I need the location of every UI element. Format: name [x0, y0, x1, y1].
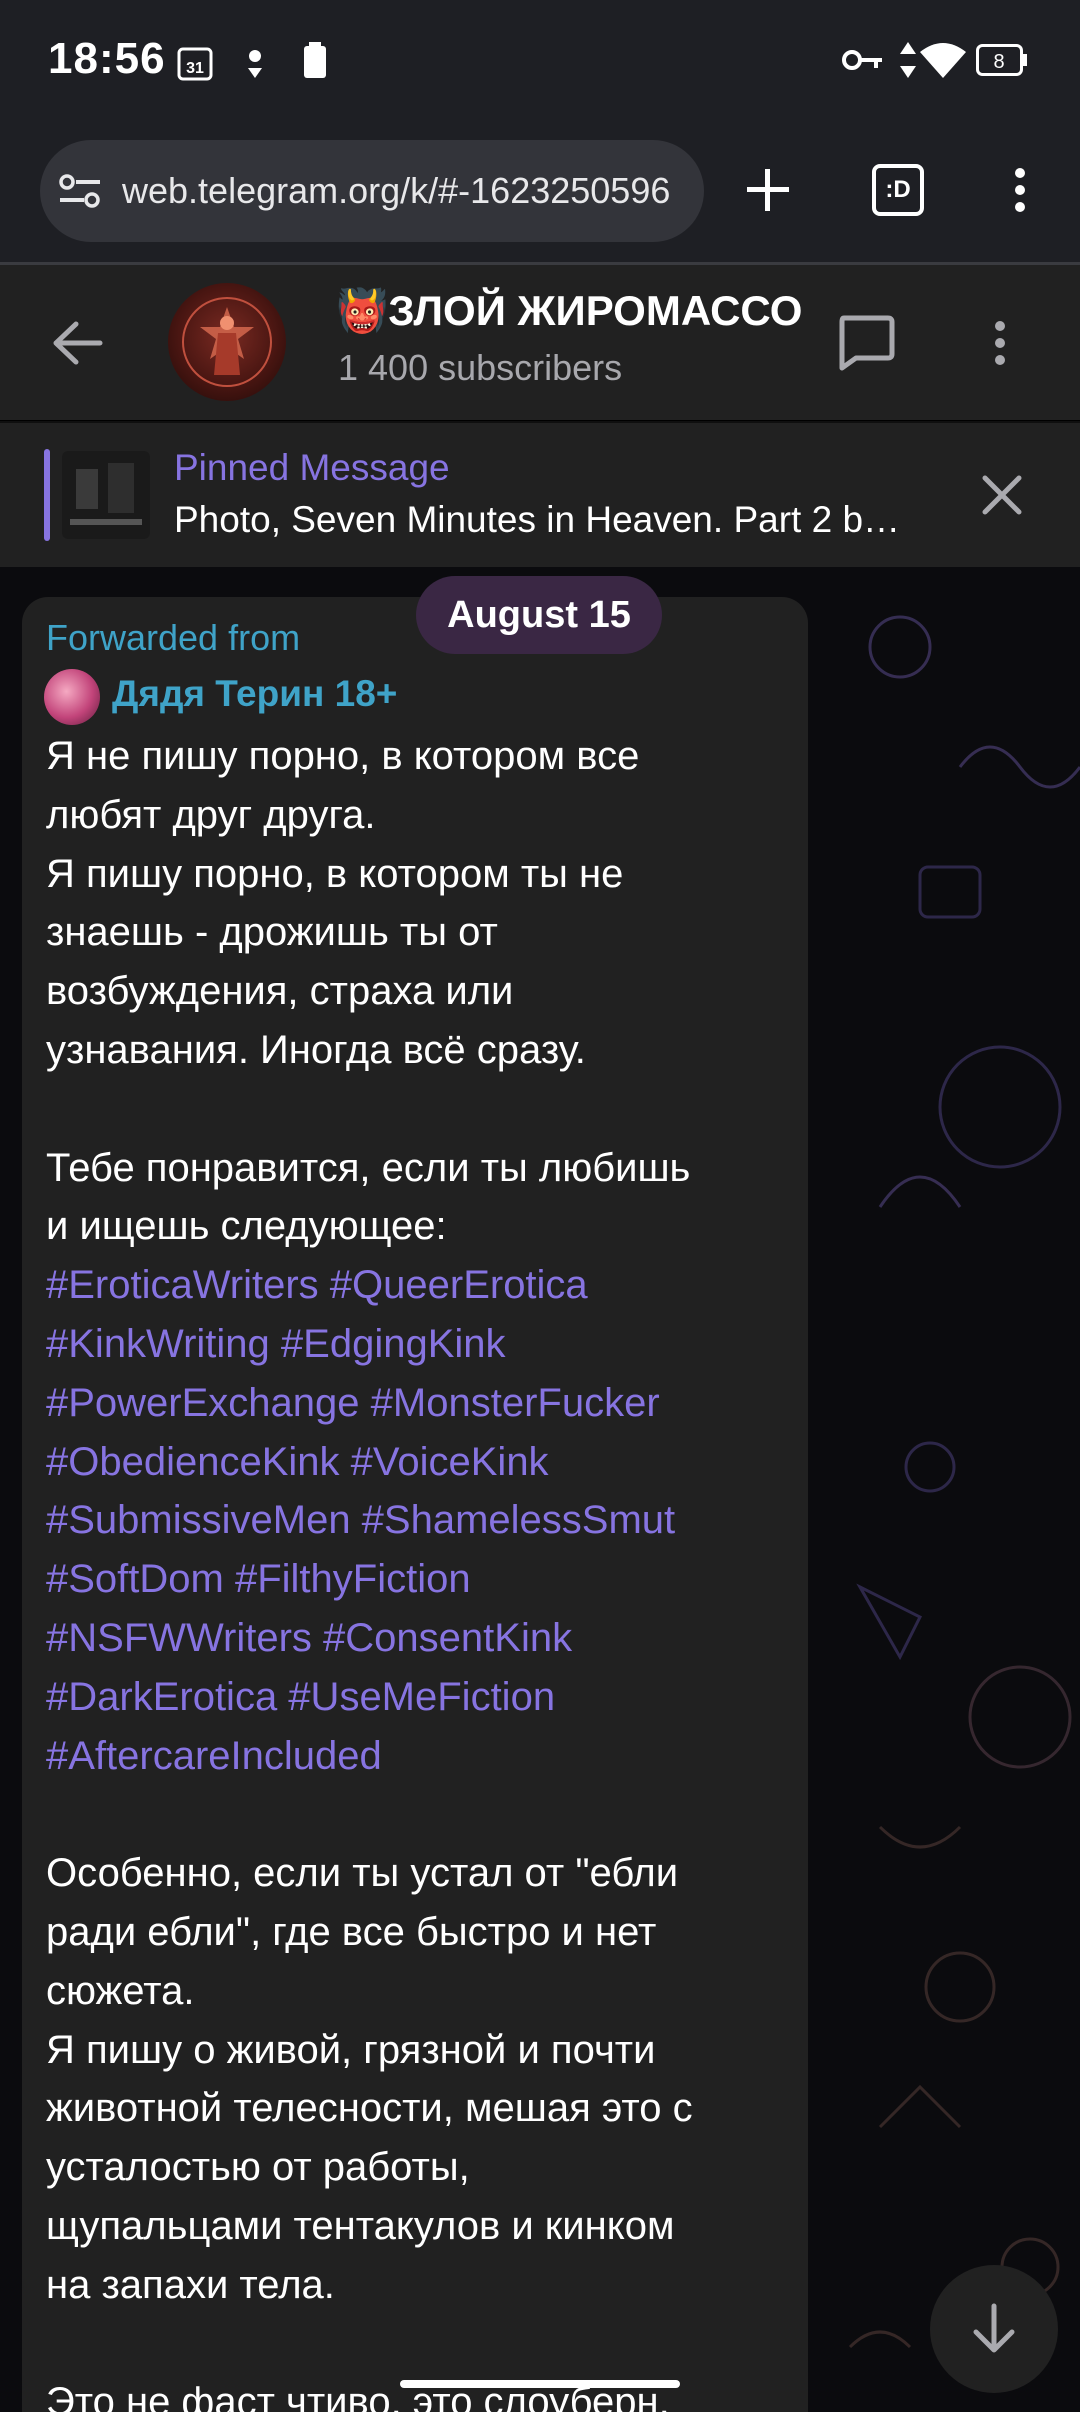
svg-text:8: 8 — [993, 51, 1004, 73]
channel-avatar[interactable] — [168, 283, 286, 401]
calendar-icon: 31 — [176, 44, 216, 89]
pinned-message-bar[interactable]: Pinned Message Photo, Seven Minutes in H… — [0, 421, 1080, 568]
message-line: и ищешь следующее: — [46, 1204, 447, 1249]
date-separator: August 15 — [416, 576, 662, 654]
gesture-bar[interactable] — [400, 2380, 680, 2388]
message-line: возбуждения, страха или — [46, 969, 514, 1014]
message-text: Я не пишу порно, в котором все любят дру… — [46, 727, 796, 2412]
message-line: щупальцами тентакулов и кинком — [46, 2203, 675, 2248]
pinned-title: Pinned Message — [174, 447, 450, 488]
message-line: узнавания. Иногда всё сразу. — [46, 1027, 586, 1072]
hashtag-line[interactable]: #NSFWWriters #ConsentKink — [46, 1609, 796, 1668]
message-line: на запахи тела. — [46, 2262, 335, 2307]
arrow-down-icon[interactable] — [930, 2265, 1058, 2393]
more-vert-icon[interactable] — [972, 142, 1068, 238]
key-icon — [842, 46, 884, 79]
pinned-text: Photo, Seven Minutes in Heaven. Part 2 b… — [174, 499, 901, 540]
url-text[interactable]: web.telegram.org/k/#-1623250596 — [122, 170, 682, 212]
arrow-left-icon[interactable] — [30, 295, 126, 391]
tune-icon[interactable] — [58, 173, 102, 209]
pinned-thumbnail — [62, 451, 150, 539]
subscriber-count: 1 400 subscribers — [338, 347, 623, 388]
more-vert-icon[interactable] — [952, 295, 1048, 391]
message-line: знаешь - дрожишь ты от — [46, 910, 498, 955]
wifi-icon — [918, 40, 968, 85]
message-line: усталостью от работы, — [46, 2145, 470, 2190]
pinned-indicator — [44, 449, 50, 541]
hashtag-line[interactable]: #PowerExchange #MonsterFucker — [46, 1374, 796, 1433]
message-line: ради ебли", где все быстро и нет — [46, 1909, 657, 1954]
vpn-icon — [240, 44, 270, 85]
forwarded-from-label: Forwarded from — [46, 617, 301, 658]
data-arrows-icon — [898, 40, 918, 85]
message-bubble[interactable]: Forwarded from Дядя Терин 18+ Я не пишу … — [22, 597, 808, 2412]
message-line: Я не пишу порно, в котором все — [46, 734, 640, 778]
hashtag-line[interactable]: #SoftDom #FilthyFiction — [46, 1550, 796, 1609]
author-avatar[interactable] — [44, 669, 100, 725]
message-line: Особенно, если ты устал от "ебли — [46, 1851, 679, 1896]
message-line: сюжета. — [46, 1968, 195, 2013]
browser-toolbar: web.telegram.org/k/#-1623250596 :D — [0, 120, 1080, 262]
message-line: любят друг друга. — [46, 792, 376, 837]
svg-text:31: 31 — [186, 60, 204, 77]
message-line: Я пишу о живой, грязной и почти — [46, 2027, 656, 2072]
message-line: животной телесности, мешая это с — [46, 2086, 693, 2131]
close-icon[interactable] — [954, 447, 1050, 543]
channel-title[interactable]: 👹ЗЛОЙ ЖИРОМАССО — [336, 287, 802, 336]
hashtag-line[interactable]: #DarkErotica #UseMeFiction — [46, 1668, 796, 1727]
address-bar[interactable]: web.telegram.org/k/#-1623250596 — [40, 140, 704, 242]
tab-switcher-label: :D — [872, 164, 924, 216]
chat-header: 👹ЗЛОЙ ЖИРОМАССО 1 400 subscribers — [0, 265, 1080, 420]
status-bar: 18:56 31 8 — [0, 0, 1080, 120]
message-line: Я пишу порно, в котором ты не — [46, 851, 624, 896]
chat-bubble-icon[interactable] — [818, 295, 914, 391]
battery-icon: 8 — [976, 44, 1028, 81]
plus-icon[interactable] — [720, 142, 816, 238]
hashtag-line[interactable]: #SubmissiveMen #ShamelessSmut — [46, 1491, 796, 1550]
forwarded-author[interactable]: Дядя Терин 18+ — [112, 673, 397, 715]
message-line: Тебе понравится, если ты любишь — [46, 1145, 691, 1190]
hashtag-line[interactable]: #ObedienceKink #VoiceKink — [46, 1433, 796, 1492]
status-time: 18:56 — [48, 34, 166, 83]
tab-switcher-button[interactable]: :D — [850, 142, 946, 238]
hashtag-line[interactable]: #AftercareIncluded — [46, 1727, 796, 1786]
hashtag-line[interactable]: #KinkWriting #EdgingKink — [46, 1315, 796, 1374]
battery-small-icon — [304, 42, 326, 83]
chat-area[interactable]: Forwarded from Дядя Терин 18+ Я не пишу … — [0, 567, 1080, 2412]
hashtag-line[interactable]: #EroticaWriters #QueerErotica — [46, 1256, 796, 1315]
